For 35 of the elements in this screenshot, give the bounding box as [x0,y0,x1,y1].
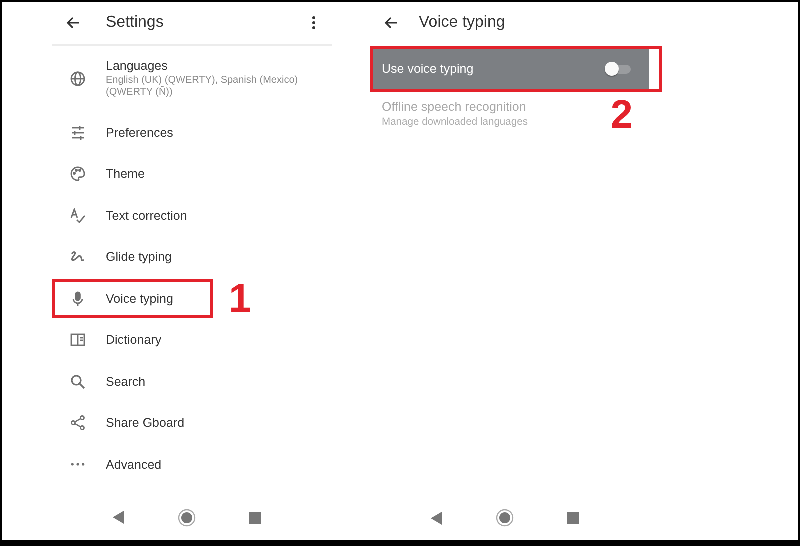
setting-summary: Manage downloaded languages [382,117,529,128]
setting-label[interactable]: Share Gboard [106,416,185,430]
back-nav-icon[interactable] [113,511,125,524]
setting-label[interactable]: Dictionary [106,333,162,348]
book-icon [70,332,86,348]
share-icon [70,415,86,432]
setting-label[interactable]: Text correction [106,208,188,223]
setting-label[interactable]: Glide typing [106,250,172,264]
back-arrow-icon[interactable] [66,16,80,30]
more-icon [71,463,85,466]
home-nav-icon[interactable] [496,509,514,527]
setting-label[interactable]: Advanced [106,458,162,472]
callout-number: 1 [229,278,252,319]
back-arrow-icon[interactable] [384,16,398,30]
spellcheck-icon [70,208,86,224]
microphone-icon [70,290,86,307]
setting-summary: English (UK) (QWERTY), Spanish (Mexico) (QWERTY (Ñ)) [106,75,300,99]
globe-icon [70,71,86,87]
toggle-switch[interactable] [605,62,631,76]
setting-label[interactable]: Theme [106,167,145,182]
screen-title: Settings [106,14,164,32]
setting-label[interactable]: Voice typing [106,292,174,306]
callout-number: 2 [610,95,633,135]
recents-nav-icon[interactable] [249,512,261,524]
palette-icon [70,166,86,182]
sliders-icon [70,124,86,141]
search-icon [70,374,86,390]
home-nav-icon[interactable] [178,508,196,526]
back-nav-icon[interactable] [431,512,443,524]
setting-label[interactable]: Use voice typing [382,62,474,76]
setting-label[interactable]: Preferences [106,126,174,140]
overflow-menu-icon[interactable] [312,16,316,30]
screen-title: Voice typing [419,14,506,32]
setting-label[interactable]: Languages [106,59,321,73]
setting-label[interactable]: Search [106,374,146,389]
